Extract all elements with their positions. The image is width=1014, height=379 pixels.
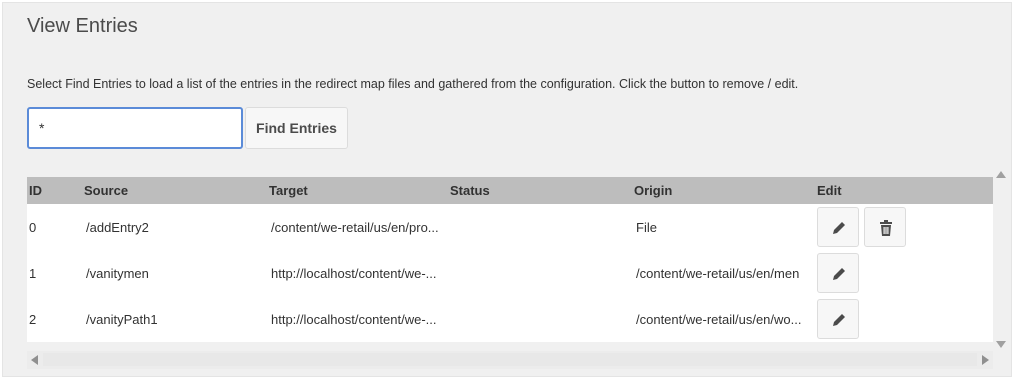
cell-status: [450, 296, 632, 342]
find-entries-button[interactable]: Find Entries: [245, 107, 348, 149]
entries-table-container: ID Source Target Status Origin Edit 0 /a…: [27, 177, 993, 343]
cell-id: 1: [29, 265, 37, 281]
cell-edit: [817, 204, 993, 250]
trash-icon: [879, 220, 892, 236]
cell-target: /content/we-retail/us/en/pro...: [271, 219, 439, 235]
horizontal-scrollbar[interactable]: [27, 351, 993, 369]
delete-entry-button[interactable]: [863, 207, 906, 247]
cell-id: 2: [29, 311, 37, 327]
edit-entry-button[interactable]: [817, 207, 859, 247]
header-id: ID: [29, 183, 42, 198]
cell-status: [450, 250, 632, 296]
entries-table: ID Source Target Status Origin Edit 0 /a…: [27, 177, 993, 342]
cell-target: http://localhost/content/we-...: [271, 265, 437, 281]
table-row: 1 /vanitymen http://localhost/content/we…: [27, 250, 993, 296]
pencil-icon: [833, 222, 845, 234]
header-edit: Edit: [817, 183, 842, 198]
header-status: Status: [450, 183, 490, 198]
pencil-icon: [833, 268, 845, 280]
table-row: 0 /addEntry2 /content/we-retail/us/en/pr…: [27, 204, 993, 250]
table-header-row: ID Source Target Status Origin Edit: [27, 177, 993, 204]
cell-edit: [817, 296, 993, 342]
cell-origin: /content/we-retail/us/en/wo...: [636, 311, 802, 327]
view-entries-panel: View Entries Select Find Entries to load…: [2, 2, 1012, 377]
header-source: Source: [84, 183, 129, 198]
cell-status: [450, 204, 632, 250]
scroll-right-icon[interactable]: [982, 355, 989, 365]
cell-id: 0: [29, 219, 37, 235]
pencil-icon: [833, 314, 845, 326]
edit-entry-button[interactable]: [817, 299, 859, 339]
header-origin: Origin: [634, 183, 673, 198]
page-title: View Entries: [27, 15, 138, 37]
cell-source: /vanityPath1: [86, 311, 158, 327]
scroll-left-icon[interactable]: [31, 355, 38, 365]
vertical-scrollbar[interactable]: [993, 167, 1009, 351]
cell-origin: /content/we-retail/us/en/men: [636, 265, 800, 281]
header-target: Target: [269, 183, 308, 198]
scroll-up-icon[interactable]: [996, 171, 1006, 178]
edit-entry-button[interactable]: [817, 253, 859, 293]
cell-origin: File: [636, 219, 657, 235]
cell-source: /addEntry2: [86, 219, 149, 235]
page-description: Select Find Entries to load a list of th…: [27, 77, 799, 91]
table-row: 2 /vanityPath1 http://localhost/content/…: [27, 296, 993, 342]
cell-source: /vanitymen: [86, 265, 149, 281]
search-input[interactable]: [27, 107, 243, 149]
scroll-down-icon[interactable]: [996, 341, 1006, 348]
cell-edit: [817, 250, 993, 296]
cell-target: http://localhost/content/we-...: [271, 311, 437, 327]
scrollbar-track[interactable]: [43, 353, 977, 366]
